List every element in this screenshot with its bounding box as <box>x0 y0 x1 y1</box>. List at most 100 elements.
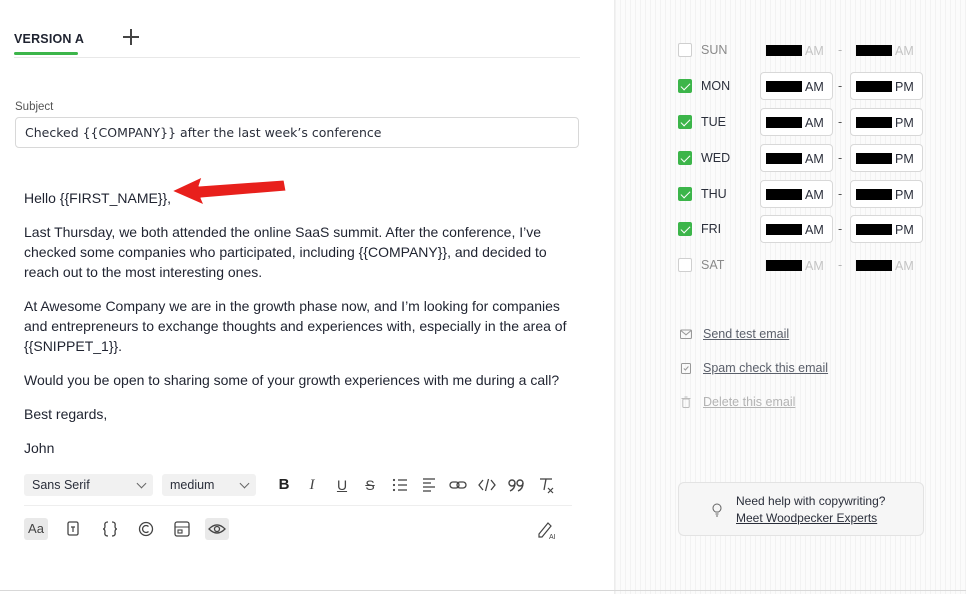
redacted-time <box>856 260 892 271</box>
start-ampm: AM <box>805 152 824 166</box>
day-checkbox[interactable] <box>678 222 692 236</box>
template-icon[interactable] <box>61 518 85 540</box>
schedule-row-wed: WED AM - PM <box>678 144 926 172</box>
redacted-time <box>766 260 802 271</box>
email-signoff: Best regards, <box>24 406 108 422</box>
start-ampm: AM <box>805 44 824 58</box>
redacted-time <box>856 81 892 92</box>
start-time-field[interactable]: AM <box>760 251 833 279</box>
time-separator: - <box>838 222 843 236</box>
copywriting-help-box: Need help with copywriting? Meet Woodpec… <box>678 482 924 536</box>
help-title: Need help with copywriting? <box>736 494 886 508</box>
chevron-down-icon <box>239 478 250 489</box>
bold-button[interactable]: B <box>274 475 294 495</box>
underline-button[interactable]: U <box>332 475 352 495</box>
end-time-field[interactable]: PM <box>850 108 923 136</box>
end-ampm: PM <box>895 188 914 202</box>
redacted-time <box>766 81 802 92</box>
start-ampm: AM <box>805 259 824 273</box>
quote-icon[interactable] <box>506 475 526 495</box>
start-ampm: AM <box>805 80 824 94</box>
day-label: SAT <box>701 258 725 272</box>
clear-format-icon[interactable] <box>536 475 556 495</box>
image-icon[interactable] <box>170 518 194 540</box>
ai-assist-icon[interactable]: AI <box>534 518 558 540</box>
spam-check-label: Spam check this email <box>703 361 829 375</box>
email-paragraph: Would you be open to sharing some of you… <box>24 372 560 388</box>
redacted-time <box>766 224 802 235</box>
start-time-field[interactable]: AM <box>760 180 833 208</box>
variables-icon[interactable] <box>98 518 122 540</box>
day-label: SUN <box>701 43 728 57</box>
start-time-field[interactable]: AM <box>760 144 833 172</box>
end-time-field[interactable]: PM <box>850 144 923 172</box>
snippet-icon[interactable] <box>134 518 158 540</box>
email-body[interactable]: Hello {{FIRST_NAME}}, Last Thursday, we … <box>24 188 584 472</box>
subject-input[interactable]: Checked {{COMPANY}} after the last week’… <box>15 117 579 148</box>
version-tabs: VERSION A <box>14 28 580 58</box>
day-checkbox[interactable] <box>678 43 692 57</box>
end-time-field[interactable]: PM <box>850 180 923 208</box>
day-checkbox[interactable] <box>678 79 692 93</box>
spam-check-link[interactable]: Spam check this email <box>680 360 850 378</box>
time-separator: - <box>838 79 843 93</box>
end-ampm: PM <box>895 116 914 130</box>
end-time-field[interactable]: PM <box>850 215 923 243</box>
meet-experts-link[interactable]: Meet Woodpecker Experts <box>736 511 877 525</box>
schedule-row-tue: TUE AM - PM <box>678 108 926 136</box>
font-size-select[interactable]: medium <box>162 474 256 496</box>
strikethrough-button[interactable]: S <box>360 475 380 495</box>
font-family-select[interactable]: Sans Serif <box>24 474 153 496</box>
redacted-time <box>766 45 802 56</box>
email-signature: John <box>24 440 55 456</box>
end-time-field[interactable]: AM <box>850 36 923 64</box>
day-label: THU <box>701 187 727 201</box>
day-checkbox[interactable] <box>678 151 692 165</box>
redacted-time <box>856 224 892 235</box>
annotation-arrow-icon <box>171 176 287 206</box>
time-separator: - <box>838 115 843 129</box>
schedule-row-sun: SUN AM - AM <box>678 36 926 64</box>
active-tab-indicator <box>14 52 78 55</box>
redacted-time <box>856 45 892 56</box>
end-ampm: PM <box>895 152 914 166</box>
send-test-email-link[interactable]: Send test email <box>680 326 810 344</box>
lightbulb-icon <box>712 503 722 517</box>
delete-email-link[interactable]: Delete this email <box>680 394 810 412</box>
time-separator: - <box>838 43 843 57</box>
day-label: TUE <box>701 115 726 129</box>
plus-icon[interactable] <box>122 28 140 46</box>
font-family-value: Sans Serif <box>32 478 90 492</box>
time-separator: - <box>838 151 843 165</box>
redacted-time <box>766 189 802 200</box>
bulleted-list-icon[interactable] <box>390 475 410 495</box>
redacted-time <box>856 117 892 128</box>
time-separator: - <box>838 187 843 201</box>
start-time-field[interactable]: AM <box>760 108 833 136</box>
code-icon[interactable] <box>477 475 497 495</box>
end-ampm: PM <box>895 223 914 237</box>
day-checkbox[interactable] <box>678 258 692 272</box>
start-time-field[interactable]: AM <box>760 215 833 243</box>
start-time-field[interactable]: AM <box>760 72 833 100</box>
chevron-down-icon <box>136 478 147 489</box>
day-label: WED <box>701 151 731 165</box>
text-style-button[interactable]: Aa <box>24 518 48 540</box>
italic-button[interactable]: I <box>302 475 322 495</box>
day-checkbox[interactable] <box>678 115 692 129</box>
day-label: FRI <box>701 222 722 236</box>
end-ampm: AM <box>895 44 914 58</box>
link-icon[interactable] <box>448 475 468 495</box>
end-time-field[interactable]: AM <box>850 251 923 279</box>
day-checkbox[interactable] <box>678 187 692 201</box>
preview-eye-icon[interactable] <box>205 518 229 540</box>
envelope-icon <box>680 329 692 339</box>
align-left-icon[interactable] <box>419 475 439 495</box>
redacted-time <box>766 153 802 164</box>
tab-version-a[interactable]: VERSION A <box>14 32 84 46</box>
end-time-field[interactable]: PM <box>850 72 923 100</box>
start-time-field[interactable]: AM <box>760 36 833 64</box>
schedule-row-thu: THU AM - PM <box>678 180 926 208</box>
redacted-time <box>856 153 892 164</box>
clipboard-check-icon <box>681 363 691 374</box>
